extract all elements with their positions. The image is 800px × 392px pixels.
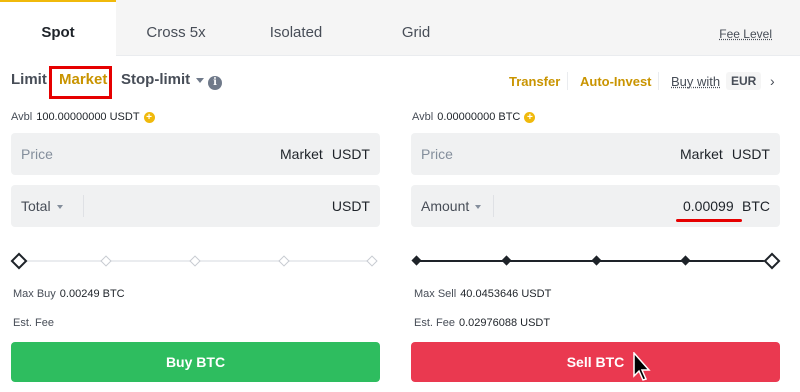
amount-label: Amount — [421, 198, 470, 214]
divider — [567, 72, 568, 90]
slider-step-75[interactable] — [278, 255, 290, 267]
order-type-limit[interactable]: Limit — [11, 71, 47, 88]
total-label: Total — [21, 198, 51, 214]
max-sell-value: 40.0453646 USDT — [460, 288, 552, 300]
order-type-stop-limit[interactable]: Stop-limit — [121, 71, 205, 88]
price-market-value: Market — [280, 146, 323, 162]
sell-price-field[interactable]: Price Market USDT — [411, 133, 780, 175]
order-tabs: Spot Cross 5x Isolated Grid Fee Level — [0, 0, 800, 57]
field-divider — [83, 195, 84, 217]
total-unit: USDT — [331, 198, 370, 214]
max-buy: Max Buy 0.00249 BTC — [13, 288, 125, 300]
slider-step-100[interactable] — [366, 255, 378, 267]
currency-badge[interactable]: EUR — [726, 72, 762, 90]
max-buy-label: Max Buy — [13, 288, 56, 300]
max-buy-value: 0.00249 BTC — [59, 288, 125, 300]
plus-icon[interactable]: + — [143, 112, 155, 123]
total-selector[interactable]: Total — [21, 198, 63, 214]
amount-value[interactable]: 0.00099 — [683, 198, 734, 214]
tab-cross[interactable]: Cross 5x — [116, 0, 236, 56]
field-divider — [493, 195, 494, 217]
price-market-value: Market — [680, 146, 723, 162]
sell-available: Avbl 0.00000000 BTC + — [412, 111, 536, 123]
avbl-value: 100.00000000 USDT — [36, 111, 140, 123]
max-sell-label: Max Sell — [414, 288, 457, 300]
amount-highlight-underline — [676, 219, 742, 222]
tab-isolated[interactable]: Isolated — [236, 0, 356, 56]
stop-limit-label: Stop-limit — [121, 71, 191, 88]
slider-step-50[interactable] — [591, 255, 602, 266]
amount-unit: BTC — [742, 198, 770, 214]
transfer-link[interactable]: Transfer — [509, 74, 560, 89]
avbl-label: Avbl — [11, 111, 33, 123]
chevron-down-icon — [196, 77, 205, 83]
sell-percent-slider[interactable] — [411, 251, 781, 271]
chevron-right-icon[interactable]: › — [770, 73, 775, 89]
price-unit: USDT — [331, 146, 370, 162]
est-fee-label: Est. Fee — [414, 317, 455, 329]
slider-step-0[interactable] — [411, 255, 422, 266]
est-fee-value: 0.02976088 USDT — [458, 317, 551, 329]
sell-button[interactable]: Sell BTC — [411, 342, 780, 382]
fee-level-link[interactable]: Fee Level — [719, 27, 772, 41]
buy-percent-slider[interactable] — [10, 251, 380, 271]
avbl-label: Avbl — [412, 111, 434, 123]
buy-est-fee: Est. Fee — [13, 317, 54, 329]
buy-available: Avbl 100.00000000 USDT + — [11, 111, 155, 123]
auto-invest-link[interactable]: Auto-Invest — [580, 74, 652, 89]
avbl-value: 0.00000000 BTC — [437, 111, 521, 123]
plus-icon[interactable]: + — [524, 112, 536, 123]
max-sell: Max Sell 40.0453646 USDT — [414, 288, 551, 300]
buy-button[interactable]: Buy BTC — [11, 342, 380, 382]
slider-handle[interactable] — [10, 252, 28, 270]
price-label: Price — [21, 146, 53, 162]
tab-spot[interactable]: Spot — [0, 0, 116, 57]
slider-step-50[interactable] — [189, 255, 201, 267]
mouse-pointer-icon — [633, 352, 651, 381]
slider-step-75[interactable] — [680, 255, 691, 266]
buy-total-field[interactable]: Total USDT — [11, 185, 380, 227]
info-icon[interactable]: i — [208, 76, 222, 90]
chevron-down-icon — [56, 205, 63, 210]
sell-est-fee: Est. Fee 0.02976088 USDT — [414, 317, 550, 329]
buy-with-link[interactable]: Buy with — [671, 74, 720, 89]
divider — [658, 72, 659, 90]
slider-handle[interactable] — [763, 252, 781, 270]
chevron-down-icon — [475, 205, 482, 210]
order-type-market[interactable]: Market — [59, 71, 107, 88]
buy-price-field[interactable]: Price Market USDT — [11, 133, 380, 175]
amount-selector[interactable]: Amount — [421, 198, 482, 214]
slider-step-25[interactable] — [100, 255, 112, 267]
price-label: Price — [421, 146, 453, 162]
slider-step-25[interactable] — [501, 255, 512, 266]
price-unit: USDT — [731, 146, 770, 162]
tab-grid[interactable]: Grid — [356, 0, 476, 56]
est-fee-label: Est. Fee — [13, 317, 54, 329]
